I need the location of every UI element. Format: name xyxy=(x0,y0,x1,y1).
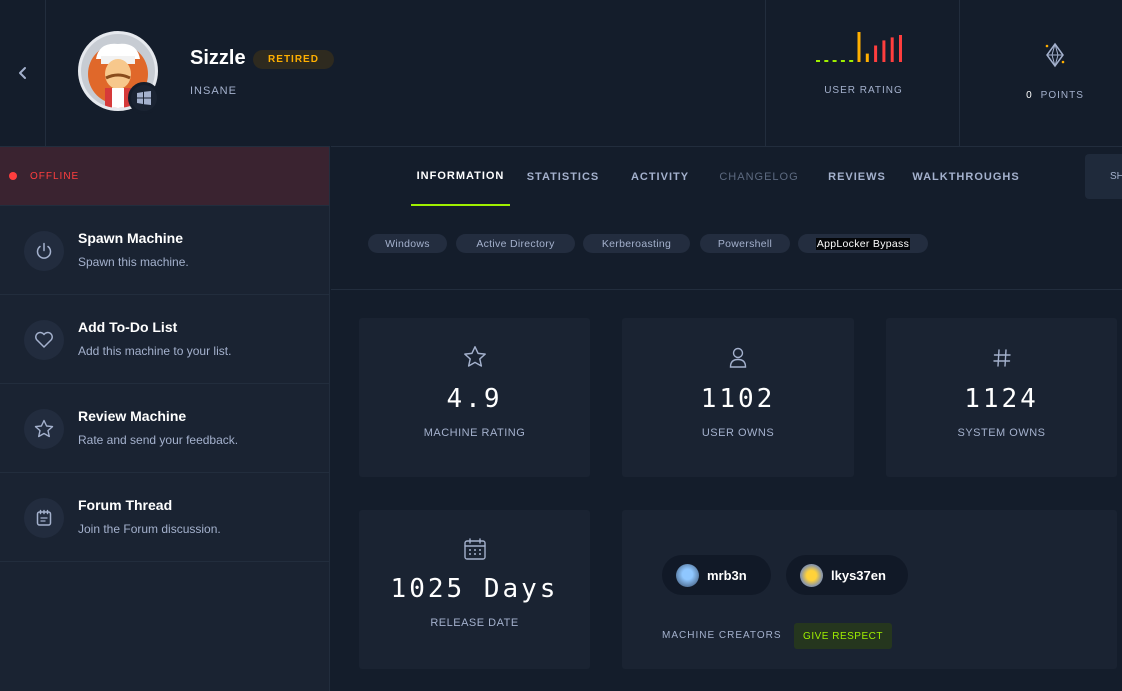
difficulty-label: INSANE xyxy=(190,85,237,97)
rating-bar xyxy=(840,60,845,62)
rating-bar xyxy=(857,32,861,62)
tag-label: AppLocker Bypass xyxy=(815,237,911,250)
give-respect-button[interactable]: GIVE RESPECT xyxy=(794,623,892,649)
creators-label: MACHINE CREATORS xyxy=(662,630,782,641)
system-owns-card: 1124 SYSTEM OWNS xyxy=(886,318,1117,477)
action-subtitle: Rate and send your feedback. xyxy=(78,433,239,447)
points-value: 0 xyxy=(1026,90,1033,101)
machine-name: Sizzle xyxy=(190,47,246,69)
machine-status: OFFLINE xyxy=(0,147,329,206)
tab-changelog[interactable]: CHANGELOG xyxy=(713,147,805,206)
retired-badge: RETIRED xyxy=(253,50,334,69)
star-icon xyxy=(359,345,590,369)
action-subtitle: Spawn this machine. xyxy=(78,255,189,269)
release-date-card: 1025 Days RELEASE DATE xyxy=(359,510,590,669)
tag-powershell[interactable]: Powershell xyxy=(700,234,790,253)
tab-reviews[interactable]: REVIEWS xyxy=(821,147,893,206)
tab-walkthroughs[interactable]: WALKTHROUGHS xyxy=(909,147,1023,206)
action-subtitle: Add this machine to your list. xyxy=(78,344,232,358)
action-subtitle: Join the Forum discussion. xyxy=(78,522,221,536)
user-owns-value: 1102 xyxy=(700,384,776,414)
tag-applocker-bypass[interactable]: AppLocker Bypass xyxy=(798,234,928,253)
status-dot-icon xyxy=(9,172,17,180)
machine-header: Sizzle RETIRED INSANE USER RATING 0 POINT… xyxy=(0,0,1122,146)
release-date-value: 1025 Days xyxy=(390,574,559,604)
system-owns-value: 1124 xyxy=(964,384,1039,414)
spawn-machine-button[interactable]: Spawn Machine Spawn this machine. xyxy=(0,206,329,295)
release-date-label: RELEASE DATE xyxy=(430,617,519,629)
rating-bar xyxy=(899,35,902,62)
tag-active-directory[interactable]: Active Directory xyxy=(456,234,575,253)
points-label: POINTS xyxy=(1040,90,1084,101)
review-machine-button[interactable]: Review Machine Rate and send your feedba… xyxy=(0,384,329,473)
hash-icon xyxy=(886,348,1117,368)
share-button[interactable]: SH xyxy=(1085,154,1122,199)
action-title: Add To-Do List xyxy=(78,319,178,335)
back-button[interactable] xyxy=(0,0,46,146)
points-widget: 0 POINTS xyxy=(960,0,1122,146)
rating-bar xyxy=(816,60,820,62)
avatar xyxy=(800,563,823,587)
rating-bar xyxy=(832,60,837,62)
rating-bar xyxy=(882,40,886,62)
power-icon xyxy=(24,231,64,271)
system-owns-label: SYSTEM OWNS xyxy=(957,427,1046,439)
rating-bar xyxy=(865,53,869,62)
windows-icon xyxy=(137,91,151,105)
tag-windows[interactable]: Windows xyxy=(368,234,447,253)
user-owns-card: 1102 USER OWNS xyxy=(622,318,854,477)
user-rating-label: USER RATING xyxy=(824,85,903,96)
status-text: OFFLINE xyxy=(30,170,80,182)
star-icon xyxy=(24,409,64,449)
action-title: Spawn Machine xyxy=(78,230,184,246)
rating-bars-chart xyxy=(816,32,902,62)
rating-bar xyxy=(824,60,829,62)
creator-lkys37en[interactable]: lkys37en xyxy=(786,555,908,595)
diamond-icon xyxy=(1045,42,1065,68)
tag-kerberoasting[interactable]: Kerberoasting xyxy=(583,234,690,253)
creator-mrb3n[interactable]: mrb3n xyxy=(662,555,771,595)
calendar-icon xyxy=(359,538,590,560)
user-rating: USER RATING xyxy=(765,0,960,146)
main-content: INFORMATION STATISTICS ACTIVITY CHANGELO… xyxy=(331,146,1122,691)
action-title: Review Machine xyxy=(78,408,187,424)
forum-thread-button[interactable]: Forum Thread Join the Forum discussion. xyxy=(0,473,329,562)
points-text: 0 POINTS xyxy=(960,90,1122,101)
action-title: Forum Thread xyxy=(78,497,173,513)
tab-activity[interactable]: ACTIVITY xyxy=(621,147,699,206)
machine-rating-value: 4.9 xyxy=(446,384,503,414)
machine-rating-label: MACHINE RATING xyxy=(423,427,526,439)
tab-statistics[interactable]: STATISTICS xyxy=(521,147,605,206)
tab-information[interactable]: INFORMATION xyxy=(411,147,510,206)
heart-icon xyxy=(24,320,64,360)
user-icon xyxy=(622,347,854,369)
machine-rating-card: 4.9 MACHINE RATING xyxy=(359,318,590,477)
creator-name: lkys37en xyxy=(831,567,886,583)
add-todo-button[interactable]: Add To-Do List Add this machine to your … xyxy=(0,295,329,384)
creators-card: mrb3n lkys37en MACHINE CREATORS GIVE RES… xyxy=(622,510,1117,669)
tab-bar: INFORMATION STATISTICS ACTIVITY CHANGELO… xyxy=(331,146,1122,206)
rating-bar xyxy=(849,60,854,62)
sidebar: OFFLINE Spawn Machine Spawn this machine… xyxy=(0,146,330,691)
rating-bar xyxy=(890,37,894,62)
forum-icon xyxy=(24,498,64,538)
os-badge xyxy=(128,82,160,114)
rating-bar xyxy=(874,45,878,62)
chevron-left-icon xyxy=(18,67,26,79)
user-owns-label: USER OWNS xyxy=(701,427,775,439)
avatar xyxy=(676,563,699,587)
creator-name: mrb3n xyxy=(707,567,747,583)
tags-row: Windows Active Directory Kerberoasting P… xyxy=(331,205,1122,290)
